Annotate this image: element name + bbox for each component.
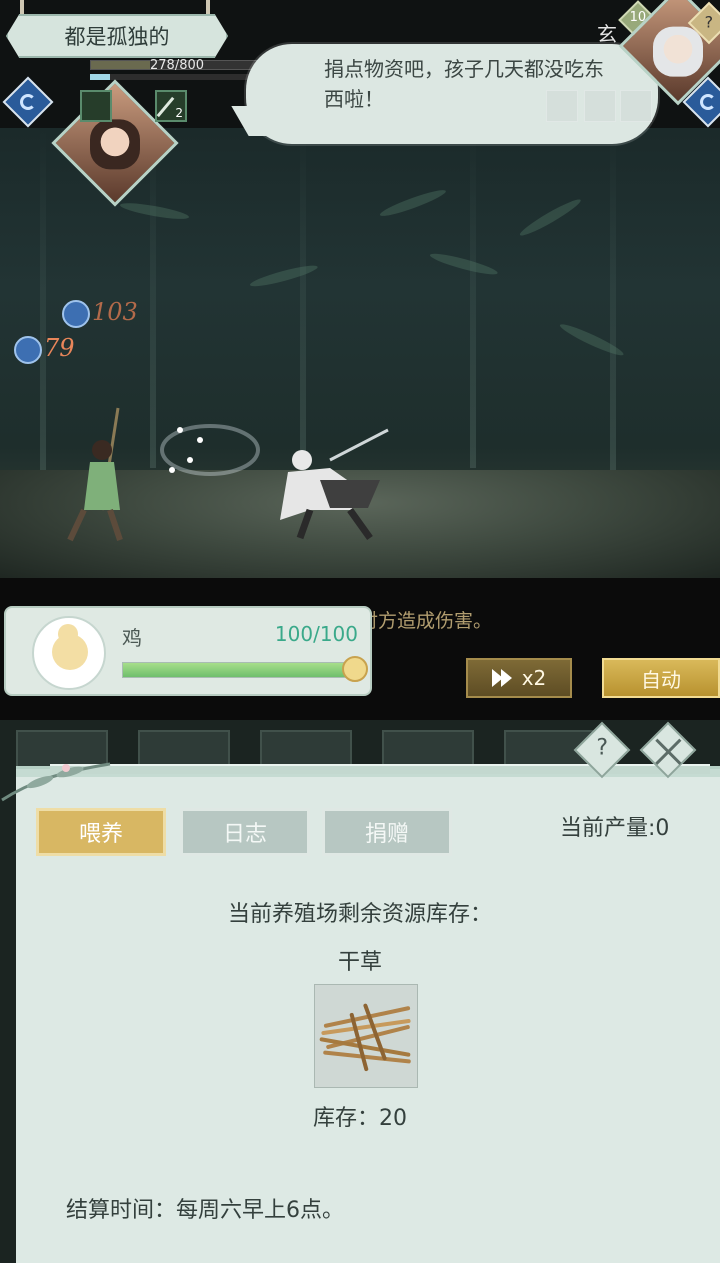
item-name: 干草 — [337, 950, 382, 975]
player-hp-fill — [91, 61, 150, 69]
pet-progress-knob — [342, 656, 368, 682]
fast-forward-icon — [500, 669, 512, 687]
player-hp-text: 278/800 — [150, 58, 205, 73]
moon-icon — [62, 299, 90, 328]
enemy-fighter — [280, 428, 389, 541]
enemy-skill-slot — [584, 90, 616, 122]
tab-donate[interactable]: 捐赠 — [322, 808, 452, 856]
tab-feed[interactable]: 喂养 — [36, 808, 166, 856]
enemy-skill-slot — [620, 90, 652, 122]
pet-progress-fill — [123, 663, 359, 677]
speed-button[interactable]: x2 — [466, 658, 572, 698]
moon-icon — [14, 335, 42, 364]
auto-button[interactable]: 自动 — [602, 658, 720, 698]
inventory-title: 当前养殖场剩余资源库存： — [227, 902, 492, 927]
bamboo-branch-decoration — [1, 762, 111, 802]
pet-value: 100/100 — [274, 622, 358, 646]
skill-count: 2 — [175, 106, 183, 120]
player-title-banner: 都是孤独的 — [6, 14, 228, 58]
damage-number: 79 — [14, 334, 75, 364]
chick-icon — [52, 624, 88, 670]
damage-number: 103 — [62, 298, 138, 328]
bamboo-leaf — [517, 195, 584, 240]
bamboo-leaf — [428, 250, 499, 278]
bamboo-stalk — [470, 128, 476, 468]
sword-icon — [156, 96, 175, 118]
player-skill-slot[interactable] — [80, 90, 112, 122]
bamboo-leaf — [248, 262, 319, 290]
pet-avatar — [32, 616, 106, 690]
portrait-face — [90, 119, 140, 170]
enemy-name: 玄 — [597, 22, 617, 46]
enemy-skill-slot — [546, 90, 578, 122]
slash-effect — [160, 424, 260, 476]
help-icon: ? — [596, 735, 609, 761]
tab-log[interactable]: 日志 — [180, 808, 310, 856]
player-mp-fill — [90, 74, 111, 80]
bamboo-stalk — [610, 128, 616, 478]
current-output: 当前产量:0 — [560, 816, 670, 841]
pet-card[interactable]: 鸡 100/100 — [4, 606, 372, 696]
stock-count: 库存：20 — [313, 1106, 407, 1131]
help-icon: ? — [704, 12, 714, 32]
player-skill-slot[interactable]: 2 — [155, 90, 187, 122]
settlement-time: 结算时间：每周六早上6点。 — [66, 1198, 344, 1223]
speed-label: x2 — [521, 666, 547, 690]
bamboo-leaf — [378, 186, 448, 220]
hay-icon[interactable] — [314, 984, 418, 1088]
pet-name: 鸡 — [122, 626, 142, 650]
pet-progress-bar — [122, 662, 360, 678]
portrait-face — [653, 26, 703, 77]
moon-icon — [700, 94, 716, 110]
moon-icon — [20, 94, 36, 110]
player-fighter — [67, 407, 123, 542]
